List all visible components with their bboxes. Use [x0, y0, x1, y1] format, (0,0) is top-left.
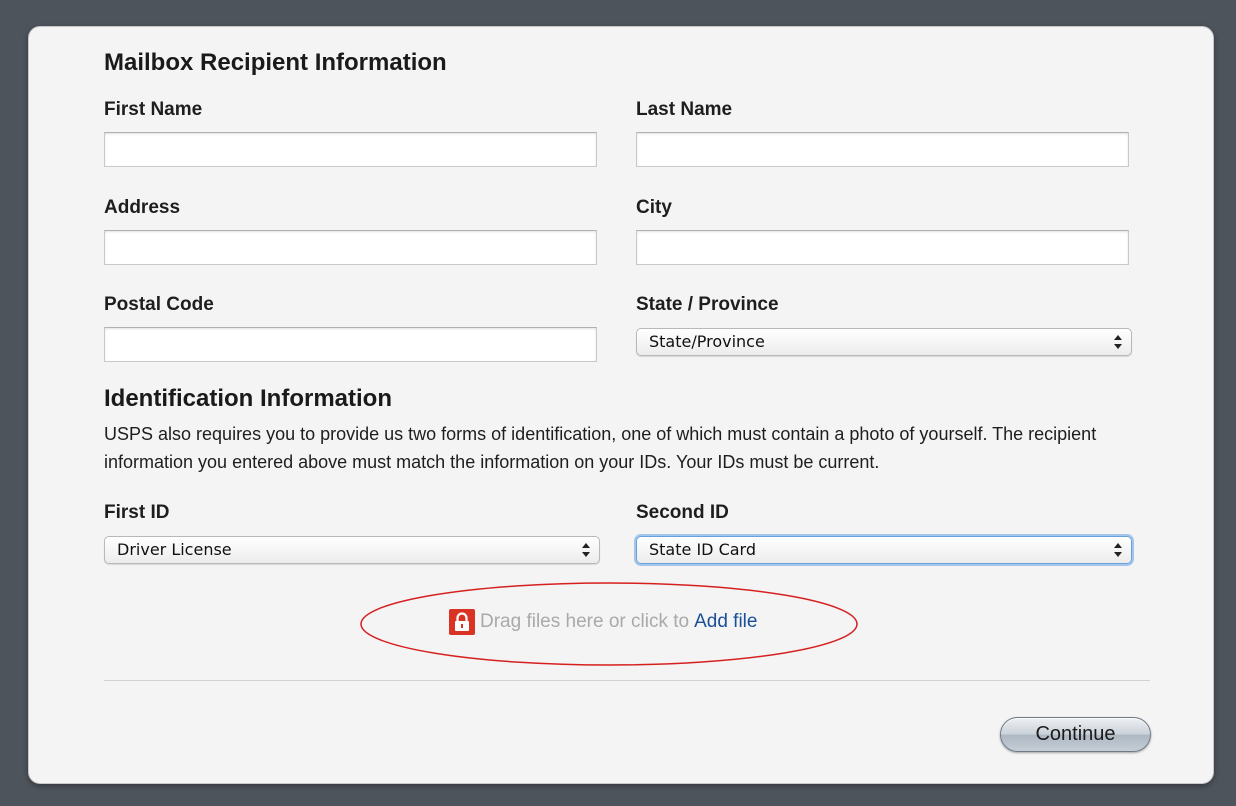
select-arrows-icon [1114, 543, 1122, 557]
postal-code-label: Postal Code [104, 294, 214, 315]
second-id-selected: State ID Card [649, 540, 756, 559]
recipient-section-title: Mailbox Recipient Information [104, 49, 447, 76]
drop-zone-prompt: Drag files here or click to [480, 611, 690, 632]
select-arrows-icon [1114, 335, 1122, 349]
file-drop-zone[interactable]: Drag files here or click to Add file [449, 609, 757, 635]
first-name-label: First Name [104, 99, 203, 120]
lock-icon [449, 609, 475, 635]
identification-section-title: Identification Information [104, 385, 392, 412]
state-province-label: State / Province [636, 294, 779, 315]
city-field[interactable] [636, 230, 1129, 265]
address-label: Address [104, 197, 181, 218]
divider [104, 680, 1150, 681]
city-label: City [636, 197, 672, 218]
last-name-field[interactable] [636, 132, 1129, 167]
first-id-selected: Driver License [117, 540, 232, 559]
postal-code-field[interactable] [104, 327, 597, 362]
second-id-label: Second ID [636, 502, 729, 523]
second-id-select[interactable]: State ID Card [636, 536, 1132, 564]
state-province-selected: State/Province [649, 332, 765, 351]
select-arrows-icon [582, 543, 590, 557]
identification-description: USPS also requires you to provide us two… [104, 424, 1097, 472]
last-name-label: Last Name [636, 99, 733, 120]
form-panel: Mailbox Recipient Information First Name… [28, 26, 1214, 784]
state-province-select[interactable]: State/Province [636, 328, 1132, 356]
first-name-field[interactable] [104, 132, 597, 167]
add-file-link[interactable]: Add file [694, 611, 757, 633]
continue-button[interactable]: Continue [1000, 717, 1151, 752]
address-field[interactable] [104, 230, 597, 265]
first-id-select[interactable]: Driver License [104, 536, 600, 564]
first-id-label: First ID [104, 502, 170, 523]
